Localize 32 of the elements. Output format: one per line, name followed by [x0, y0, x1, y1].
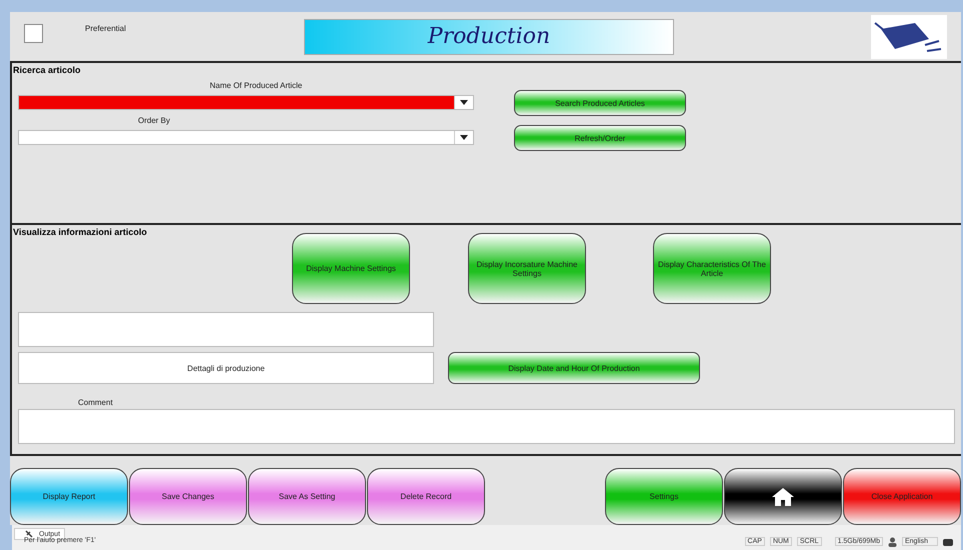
action-button[interactable]: Save Changes: [129, 468, 247, 525]
dropdown-field[interactable]: [18, 130, 474, 145]
action-button[interactable]: Delete Record: [367, 468, 485, 525]
dropdown-field[interactable]: [18, 95, 474, 110]
logo-icon: [871, 14, 947, 58]
dropdown-arrow-icon: [460, 100, 468, 105]
user-icon: [888, 536, 897, 546]
date-button[interactable]: Display Date and Hour Of Production: [448, 352, 700, 384]
display-button[interactable]: Display Characteristics Of The Article: [653, 233, 771, 304]
section-title: Ricerca articolo: [12, 64, 82, 75]
action-button[interactable]: Close Application: [843, 468, 961, 525]
preferential-checkbox[interactable]: [24, 24, 43, 43]
display-button[interactable]: Display Machine Settings: [292, 233, 410, 304]
home-icon: [772, 488, 794, 506]
action-button[interactable]: Display Report: [10, 468, 128, 525]
section-title: Visualizza informazioni articolo: [12, 226, 148, 237]
comment-field[interactable]: [18, 409, 955, 444]
field-label: Name Of Produced Article: [210, 80, 302, 92]
details-field[interactable]: Dettagli di produzione: [18, 352, 434, 384]
display-button[interactable]: Display Incorsature Machine Settings: [468, 233, 586, 304]
preferential-label: Preferential: [85, 24, 126, 33]
action-button[interactable]: Search Produced Articles: [514, 90, 686, 116]
keyboard-icon: [943, 537, 953, 546]
dropdown-arrow-icon: [460, 135, 468, 140]
home-button[interactable]: [724, 468, 842, 525]
action-button[interactable]: Settings: [605, 468, 723, 525]
text-field[interactable]: [18, 312, 434, 347]
title-banner: Production: [304, 18, 674, 54]
field-label: Order By: [138, 115, 172, 127]
comment-label: Comment: [78, 398, 114, 407]
action-button[interactable]: Save As Setting: [248, 468, 366, 525]
action-button[interactable]: Refresh/Order: [514, 125, 686, 151]
